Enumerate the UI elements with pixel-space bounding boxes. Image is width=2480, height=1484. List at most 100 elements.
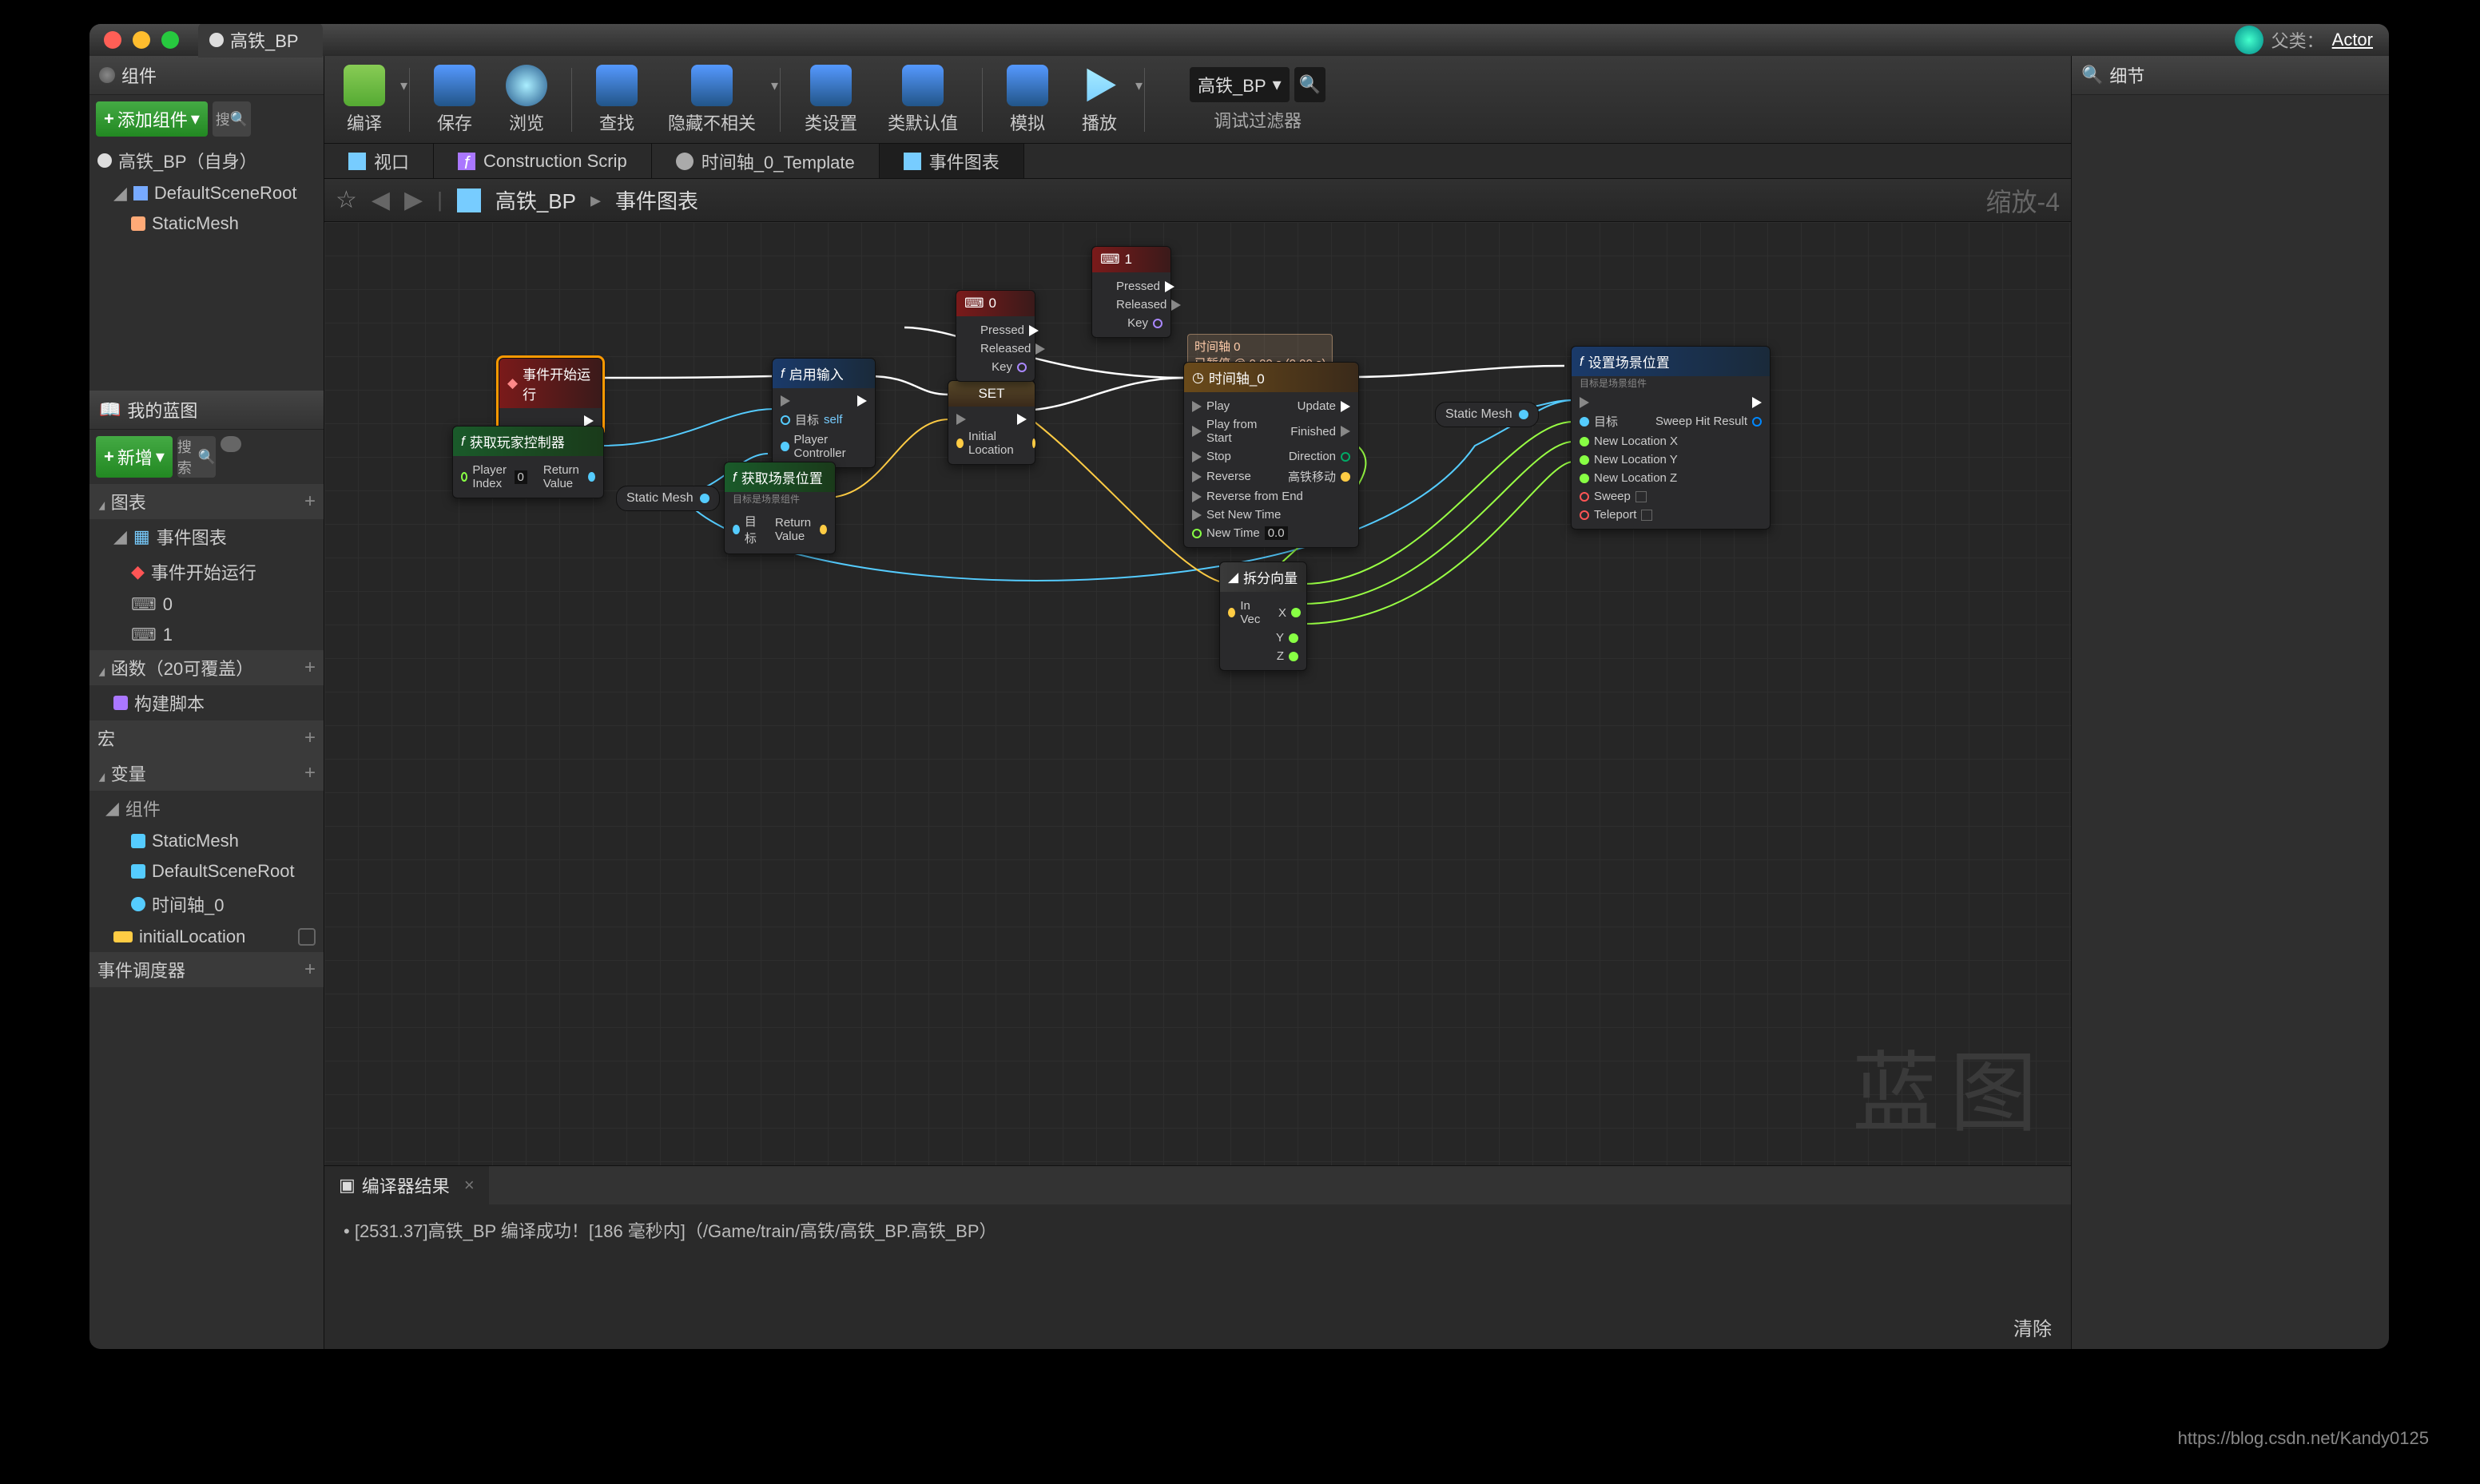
- graph-eventgraph[interactable]: ◢▦事件图表: [89, 519, 324, 554]
- tab-timeline[interactable]: 时间轴_0_Template: [652, 144, 880, 178]
- add-component-button[interactable]: 添加组件 ▾: [96, 101, 208, 137]
- var-sceneroot[interactable]: DefaultSceneRoot: [89, 856, 324, 887]
- variables-components-group[interactable]: ◢组件: [89, 791, 324, 826]
- save-button[interactable]: 保存: [423, 62, 487, 138]
- clear-results-button[interactable]: 清除: [2013, 1319, 2052, 1340]
- event-key0[interactable]: ⌨0: [89, 589, 324, 620]
- clock-icon: ◷: [1192, 370, 1204, 386]
- details-panel: 🔍细节: [2071, 56, 2389, 1349]
- vector-var-icon: [113, 931, 133, 942]
- compiler-output: • [2531.37]高铁_BP 编译成功！[186 毫秒内]（/Game/tr…: [324, 1204, 2071, 1305]
- simulate-icon: [1007, 65, 1048, 106]
- component-scene-root[interactable]: ◢DefaultSceneRoot: [89, 178, 324, 208]
- tab-eventgraph[interactable]: 事件图表: [880, 144, 1024, 178]
- var-timeline[interactable]: 时间轴_0: [89, 887, 324, 922]
- watermark: 蓝图: [1852, 1022, 2047, 1149]
- add-dispatcher-icon[interactable]: +: [304, 958, 316, 981]
- window-title: 高铁_BP: [230, 27, 299, 53]
- node-set-world-location[interactable]: f设置场景位置 目标是场景组件 目标Sweep Hit Result New L…: [1571, 346, 1771, 530]
- components-panel-header[interactable]: 组件: [89, 56, 324, 95]
- tab-viewport[interactable]: 视口: [324, 144, 434, 178]
- node-timeline[interactable]: ◷时间轴_0 PlayUpdate Play from StartFinishe…: [1183, 362, 1359, 548]
- find-button[interactable]: 查找: [585, 62, 649, 138]
- nav-back-icon[interactable]: ◀: [372, 186, 390, 214]
- node-event-beginplay[interactable]: ◆事件开始运行: [499, 358, 602, 434]
- debug-search-button[interactable]: 🔍: [1294, 67, 1325, 102]
- component-static-mesh[interactable]: StaticMesh: [89, 208, 324, 239]
- mesh-icon: [131, 216, 145, 231]
- section-functions[interactable]: 函数（20可覆盖）+: [89, 650, 324, 685]
- view-options-icon[interactable]: [221, 436, 241, 452]
- section-macros[interactable]: 宏+: [89, 720, 324, 756]
- simulate-button[interactable]: 模拟: [996, 62, 1059, 138]
- actor-icon: [97, 153, 112, 168]
- parent-class-link[interactable]: Actor: [2332, 30, 2373, 50]
- class-settings-button[interactable]: 类设置: [793, 62, 868, 138]
- zoom-level: 缩放-4: [1986, 182, 2060, 219]
- viewport-icon: [348, 153, 366, 170]
- hide-unrelated-button[interactable]: 隐藏不相关▾: [657, 62, 767, 138]
- maximize-icon[interactable]: [161, 31, 179, 49]
- compiler-results-tab[interactable]: ▣编译器结果×: [324, 1166, 489, 1204]
- play-button[interactable]: 播放▾: [1067, 62, 1131, 138]
- var-staticmesh[interactable]: StaticMesh: [89, 826, 324, 856]
- add-function-icon[interactable]: +: [304, 657, 316, 679]
- event-beginplay[interactable]: ◆事件开始运行: [89, 554, 324, 589]
- close-icon[interactable]: [104, 31, 121, 49]
- add-graph-icon[interactable]: +: [304, 490, 316, 513]
- browse-icon: [506, 65, 547, 106]
- search-components-button[interactable]: 搜🔍: [213, 101, 251, 137]
- compile-button[interactable]: 编译▾: [332, 62, 396, 138]
- minimize-icon[interactable]: [133, 31, 150, 49]
- node-get-world-location[interactable]: f获取场景位置 目标是场景组件 目标Return Value: [724, 462, 836, 554]
- settings-icon: [810, 65, 852, 106]
- node-get-player-controller[interactable]: f获取玩家控制器 Player Index 0Return Value: [452, 426, 604, 498]
- breadcrumb: ☆ ◀ ▶ | 高铁_BP ▸ 事件图表 缩放-4: [324, 179, 2071, 222]
- node-var-staticmesh-2[interactable]: Static Mesh: [1435, 402, 1539, 427]
- node-break-vector[interactable]: ◢拆分向量 In VecX Y Z: [1219, 561, 1307, 671]
- class-defaults-button[interactable]: 类默认值: [876, 62, 969, 138]
- event-graph-canvas[interactable]: ◆事件开始运行 f获取玩家控制器 Player Index 0Return Va…: [324, 222, 2071, 1165]
- traffic-lights: [104, 31, 179, 49]
- node-var-staticmesh-1[interactable]: Static Mesh: [616, 486, 720, 511]
- debug-target-select[interactable]: 高铁_BP▾: [1190, 67, 1290, 102]
- toolbar: 编译▾ 保存 浏览 查找 隐藏不相关▾ 类设置 类默认值 模拟 播放▾ 高铁_B…: [324, 56, 2071, 144]
- add-new-button[interactable]: 新增 ▾: [96, 436, 173, 478]
- center-area: 编译▾ 保存 浏览 查找 隐藏不相关▾ 类设置 类默认值 模拟 播放▾ 高铁_B…: [324, 56, 2071, 1349]
- section-dispatchers[interactable]: 事件调度器+: [89, 952, 324, 987]
- crumb-blueprint[interactable]: 高铁_BP: [495, 185, 576, 215]
- section-variables[interactable]: 变量+: [89, 756, 324, 791]
- favorite-icon[interactable]: ☆: [336, 186, 357, 214]
- components-tree: 高铁_BP（自身） ◢DefaultSceneRoot StaticMesh: [89, 143, 324, 239]
- crumb-graph[interactable]: 事件图表: [615, 185, 698, 215]
- var-visibility-toggle[interactable]: [298, 928, 316, 946]
- var-initiallocation[interactable]: initialLocation: [89, 922, 324, 952]
- close-tab-icon[interactable]: ×: [464, 1175, 475, 1196]
- add-macro-icon[interactable]: +: [304, 727, 316, 749]
- add-variable-icon[interactable]: +: [304, 762, 316, 784]
- details-panel-header[interactable]: 🔍细节: [2072, 56, 2389, 95]
- console-icon: ▣: [339, 1175, 356, 1196]
- myblueprint-panel-header[interactable]: 📖 我的蓝图: [89, 391, 324, 430]
- function-construction[interactable]: 构建脚本: [89, 685, 324, 720]
- compiler-results-panel: ▣编译器结果× • [2531.37]高铁_BP 编译成功！[186 毫秒内]（…: [324, 1165, 2071, 1349]
- browse-button[interactable]: 浏览: [495, 62, 558, 138]
- node-key-0[interactable]: ⌨0 Pressed Released Key: [956, 290, 1035, 382]
- tab-construction[interactable]: fConstruction Scrip: [434, 144, 652, 178]
- node-key-1[interactable]: ⌨1 Pressed Released Key: [1091, 246, 1171, 338]
- function-icon: f: [458, 153, 475, 170]
- window-tab[interactable]: 高铁_BP: [198, 24, 323, 58]
- component-icon: [131, 834, 145, 848]
- debug-filter-label: 调试过滤器: [1190, 107, 1325, 133]
- section-graphs[interactable]: 图表+: [89, 484, 324, 519]
- nav-forward-icon[interactable]: ▶: [404, 186, 423, 214]
- node-enable-input[interactable]: f启用输入 目标 self Player Controller: [772, 358, 876, 468]
- clock-icon: [131, 897, 145, 911]
- search-myblueprint-button[interactable]: 搜索🔍: [177, 436, 216, 478]
- parent-class-icon[interactable]: [2235, 26, 2263, 54]
- graph-type-icon: [457, 188, 481, 212]
- node-set-initiallocation[interactable]: SET Initial Location: [948, 380, 1035, 465]
- blueprint-icon: [209, 33, 224, 47]
- event-key1[interactable]: ⌨1: [89, 620, 324, 650]
- component-root[interactable]: 高铁_BP（自身）: [89, 143, 324, 178]
